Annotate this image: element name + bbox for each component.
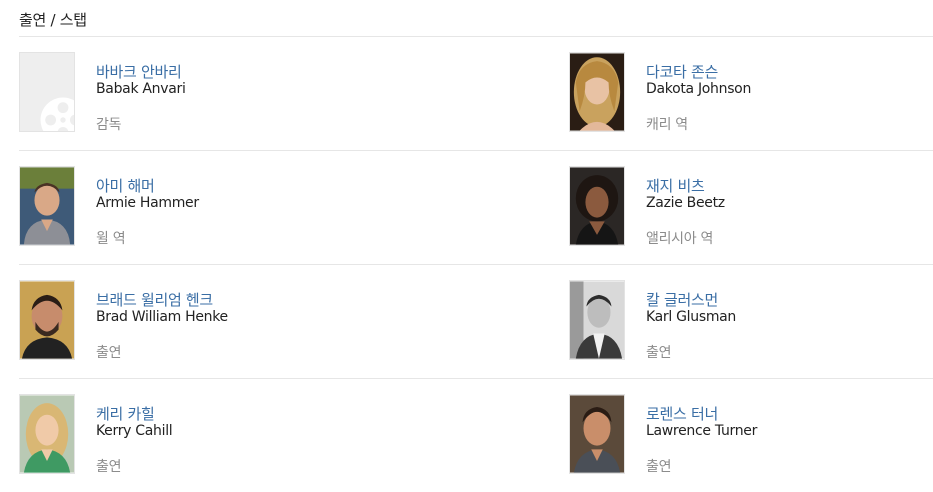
- headshot-image: [570, 395, 624, 473]
- headshot-image: [20, 167, 74, 245]
- person-photo: [569, 52, 625, 132]
- person-photo: [19, 280, 75, 360]
- person-role: 출연: [96, 345, 122, 361]
- person-name-english: Kerry Cahill: [96, 423, 173, 439]
- person-name-english: Karl Glusman: [646, 309, 737, 325]
- cast-row: 케리 카힐 Kerry Cahill 출연 로렌스 터너 Lawrence Tu…: [19, 379, 933, 492]
- cast-card-kerry-cahill[interactable]: 케리 카힐 Kerry Cahill 출연: [19, 394, 439, 476]
- headshot-image: [20, 395, 74, 473]
- section-title: 출연 / 스탭: [19, 11, 87, 29]
- person-photo: [569, 280, 625, 360]
- cast-card-lawrence-turner[interactable]: 로렌스 터너 Lawrence Turner 출연: [569, 394, 933, 476]
- cast-card-brad-william-henke[interactable]: 브래드 윌리엄 헨크 Brad William Henke 출연: [19, 280, 439, 362]
- person-role: 출연: [646, 345, 672, 361]
- person-name-korean[interactable]: 케리 카힐: [96, 403, 155, 424]
- cast-card-zazie-beetz[interactable]: 재지 비츠 Zazie Beetz 앨리시아 역: [569, 166, 933, 248]
- person-name-korean[interactable]: 재지 비츠: [646, 175, 705, 196]
- person-role: 출연: [646, 459, 672, 475]
- cast-grid: 바바크 안바리 Babak Anvari 감독 다코타 존슨 Dakota Jo…: [19, 37, 933, 492]
- headshot-image: [20, 281, 74, 359]
- person-photo: [569, 166, 625, 246]
- person-name-korean[interactable]: 칼 글러스먼: [646, 289, 718, 310]
- person-name-korean[interactable]: 로렌스 터너: [646, 403, 718, 424]
- cast-row: 브래드 윌리엄 헨크 Brad William Henke 출연 칼 글러스먼: [19, 265, 933, 379]
- person-role: 윌 역: [96, 231, 126, 247]
- person-name-korean[interactable]: 브래드 윌리엄 헨크: [96, 289, 213, 310]
- cast-card-karl-glusman[interactable]: 칼 글러스먼 Karl Glusman 출연: [569, 280, 933, 362]
- cast-card-babak-anvari[interactable]: 바바크 안바리 Babak Anvari 감독: [19, 52, 439, 134]
- person-photo: [19, 394, 75, 474]
- cast-card-dakota-johnson[interactable]: 다코타 존슨 Dakota Johnson 캐리 역: [569, 52, 933, 134]
- person-photo: [569, 394, 625, 474]
- headshot-image: [570, 167, 624, 245]
- headshot-image: [570, 53, 624, 131]
- no-photo-placeholder: [19, 52, 75, 132]
- person-name-korean[interactable]: 바바크 안바리: [96, 61, 182, 82]
- headshot-image: [570, 281, 624, 359]
- film-reel-icon: [40, 97, 74, 131]
- cast-row: 아미 해머 Armie Hammer 윌 역 재지 비츠 Zazie Beetz: [19, 151, 933, 265]
- person-name-english: Babak Anvari: [96, 81, 186, 97]
- person-role: 출연: [96, 459, 122, 475]
- person-name-english: Armie Hammer: [96, 195, 199, 211]
- person-name-english: Brad William Henke: [96, 309, 228, 325]
- person-role: 앨리시아 역: [646, 231, 714, 247]
- person-name-korean[interactable]: 다코타 존슨: [646, 61, 718, 82]
- person-name-english: Zazie Beetz: [646, 195, 725, 211]
- cast-row: 바바크 안바리 Babak Anvari 감독 다코타 존슨 Dakota Jo…: [19, 37, 933, 151]
- person-role: 감독: [96, 117, 122, 133]
- person-name-english: Dakota Johnson: [646, 81, 752, 97]
- person-role: 캐리 역: [646, 117, 688, 133]
- person-name-korean[interactable]: 아미 해머: [96, 175, 155, 196]
- cast-card-armie-hammer[interactable]: 아미 해머 Armie Hammer 윌 역: [19, 166, 439, 248]
- person-photo: [19, 166, 75, 246]
- person-name-english: Lawrence Turner: [646, 423, 758, 439]
